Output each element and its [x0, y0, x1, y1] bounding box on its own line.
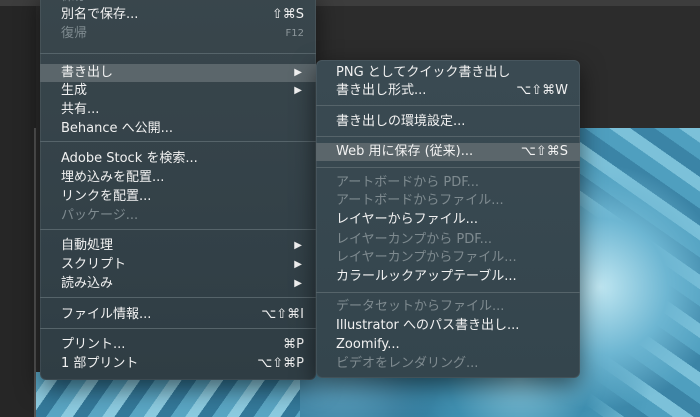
- menu-item-behance[interactable]: Behance へ公開...: [40, 120, 316, 138]
- menu-item-label: 書き出し形式...: [336, 83, 427, 98]
- submenu-item-zoomify[interactable]: Zoomify...: [316, 336, 580, 354]
- menu-item-shortcut: ⌥⇧⌘I: [261, 307, 304, 322]
- submenu-item-layer-comps-to-files: レイヤーカンプからファイル...: [316, 249, 580, 267]
- menu-separator: [40, 297, 316, 298]
- menu-item-label: パッケージ...: [61, 208, 139, 223]
- menu-item-import[interactable]: 読み込み ▶: [40, 275, 316, 293]
- submenu-item-save-for-web[interactable]: Web 用に保存 (従来)... ⌥⇧⌘S: [316, 143, 580, 161]
- menu-item-shortcut: ⌥⇧⌘W: [516, 83, 568, 98]
- submenu-item-render-video: ビデオをレンダリング...: [316, 355, 580, 373]
- menu-item-label: 読み込み: [61, 276, 114, 291]
- menu-separator: [316, 105, 580, 106]
- menu-item-shortcut: ⌥⇧⌘P: [257, 356, 304, 371]
- submenu-item-export-as[interactable]: 書き出し形式... ⌥⇧⌘W: [316, 82, 580, 100]
- menu-item-label: リンクを配置...: [61, 189, 152, 204]
- submenu-arrow-icon: ▶: [294, 259, 302, 270]
- menu-item-label: 書き出し: [61, 65, 114, 80]
- submenu-item-color-lookup-tables[interactable]: カラールックアップテーブル...: [316, 268, 580, 286]
- menu-item-label: スクリプト: [61, 257, 127, 272]
- menu-item-label: データセットからファイル...: [336, 299, 505, 314]
- menu-item-revert: 復帰 F12: [40, 25, 316, 43]
- menu-item-print-one-copy[interactable]: 1 部プリント ⌥⇧⌘P: [40, 355, 316, 373]
- submenu-item-artboards-to-pdf: アートボードから PDF...: [316, 174, 580, 192]
- submenu-arrow-icon: ▶: [294, 240, 302, 251]
- file-menu: 保存 ⌘S 別名で保存... ⇧⌘S 復帰 F12 書き出し ▶ 生成 ▶ 共有…: [40, 0, 316, 380]
- menu-item-shortcut: F12: [285, 28, 304, 39]
- menu-item-generate[interactable]: 生成 ▶: [40, 82, 316, 100]
- menu-item-label: 埋め込みを配置...: [61, 170, 165, 185]
- submenu-arrow-icon: ▶: [294, 67, 302, 78]
- menu-item-package: パッケージ...: [40, 207, 316, 225]
- menu-item-label: 別名で保存...: [61, 7, 139, 22]
- menu-item-label: Web 用に保存 (従来)...: [336, 144, 474, 159]
- menu-item-print[interactable]: プリント... ⌘P: [40, 336, 316, 354]
- menu-item-label: プリント...: [61, 337, 126, 352]
- menu-separator: [316, 136, 580, 137]
- submenu-item-quick-export-png[interactable]: PNG としてクイック書き出し: [316, 64, 580, 82]
- menu-item-label: カラールックアップテーブル...: [336, 269, 517, 284]
- menu-item-share[interactable]: 共有...: [40, 101, 316, 119]
- menu-separator: [40, 53, 316, 54]
- menu-item-label: 1 部プリント: [61, 356, 139, 371]
- menu-item-label: 共有...: [61, 102, 100, 117]
- menu-item-label: 生成: [61, 83, 88, 98]
- menu-item-label: 書き出しの環境設定...: [336, 114, 466, 129]
- menu-item-label: ビデオをレンダリング...: [336, 356, 479, 371]
- menu-item-label: Adobe Stock を検索...: [61, 151, 198, 166]
- menu-item-adobe-stock[interactable]: Adobe Stock を検索...: [40, 150, 316, 168]
- menu-item-label: Illustrator へのパス書き出し...: [336, 318, 520, 333]
- menu-item-label: 復帰: [61, 26, 88, 41]
- menu-item-export[interactable]: 書き出し ▶: [40, 64, 316, 82]
- menu-item-file-info[interactable]: ファイル情報... ⌥⇧⌘I: [40, 306, 316, 324]
- menu-item-label: レイヤーカンプからファイル...: [336, 250, 517, 265]
- menu-item-scripts[interactable]: スクリプト ▶: [40, 256, 316, 274]
- menu-item-label: Zoomify...: [336, 337, 400, 352]
- menu-item-automate[interactable]: 自動処理 ▶: [40, 237, 316, 255]
- submenu-arrow-icon: ▶: [294, 278, 302, 289]
- submenu-item-artboards-to-files: アートボードからファイル...: [316, 192, 580, 210]
- menu-item-label: PNG としてクイック書き出し: [336, 65, 511, 80]
- menu-item-label: アートボードから PDF...: [336, 175, 479, 190]
- menu-separator: [316, 167, 580, 168]
- menu-item-shortcut: ⇧⌘S: [271, 7, 304, 22]
- menu-separator: [40, 328, 316, 329]
- submenu-item-paths-to-illustrator[interactable]: Illustrator へのパス書き出し...: [316, 317, 580, 335]
- submenu-item-layers-to-files[interactable]: レイヤーからファイル...: [316, 211, 580, 229]
- menu-item-shortcut: ⌥⇧⌘S: [520, 144, 568, 159]
- menu-separator: [40, 141, 316, 142]
- menu-separator: [40, 229, 316, 230]
- menu-item-label: アートボードからファイル...: [336, 193, 504, 208]
- submenu-item-data-sets-to-files: データセットからファイル...: [316, 298, 580, 316]
- submenu-item-export-preferences[interactable]: 書き出しの環境設定...: [316, 113, 580, 131]
- menu-item-place-linked[interactable]: リンクを配置...: [40, 188, 316, 206]
- menu-separator: [316, 292, 580, 293]
- menu-item-label: レイヤーカンプから PDF...: [336, 232, 492, 247]
- submenu-item-layer-comps-to-pdf: レイヤーカンプから PDF...: [316, 231, 580, 249]
- menu-item-label: レイヤーからファイル...: [336, 212, 479, 227]
- menu-item-label: 自動処理: [61, 238, 114, 253]
- menu-item-label: Behance へ公開...: [61, 121, 174, 136]
- submenu-arrow-icon: ▶: [294, 85, 302, 96]
- menu-item-save-as[interactable]: 別名で保存... ⇧⌘S: [40, 6, 316, 24]
- menu-item-label: ファイル情報...: [61, 307, 152, 322]
- export-submenu: PNG としてクイック書き出し 書き出し形式... ⌥⇧⌘W 書き出しの環境設定…: [316, 60, 580, 378]
- menu-item-place-embedded[interactable]: 埋め込みを配置...: [40, 169, 316, 187]
- menu-item-shortcut: ⌘P: [283, 337, 304, 352]
